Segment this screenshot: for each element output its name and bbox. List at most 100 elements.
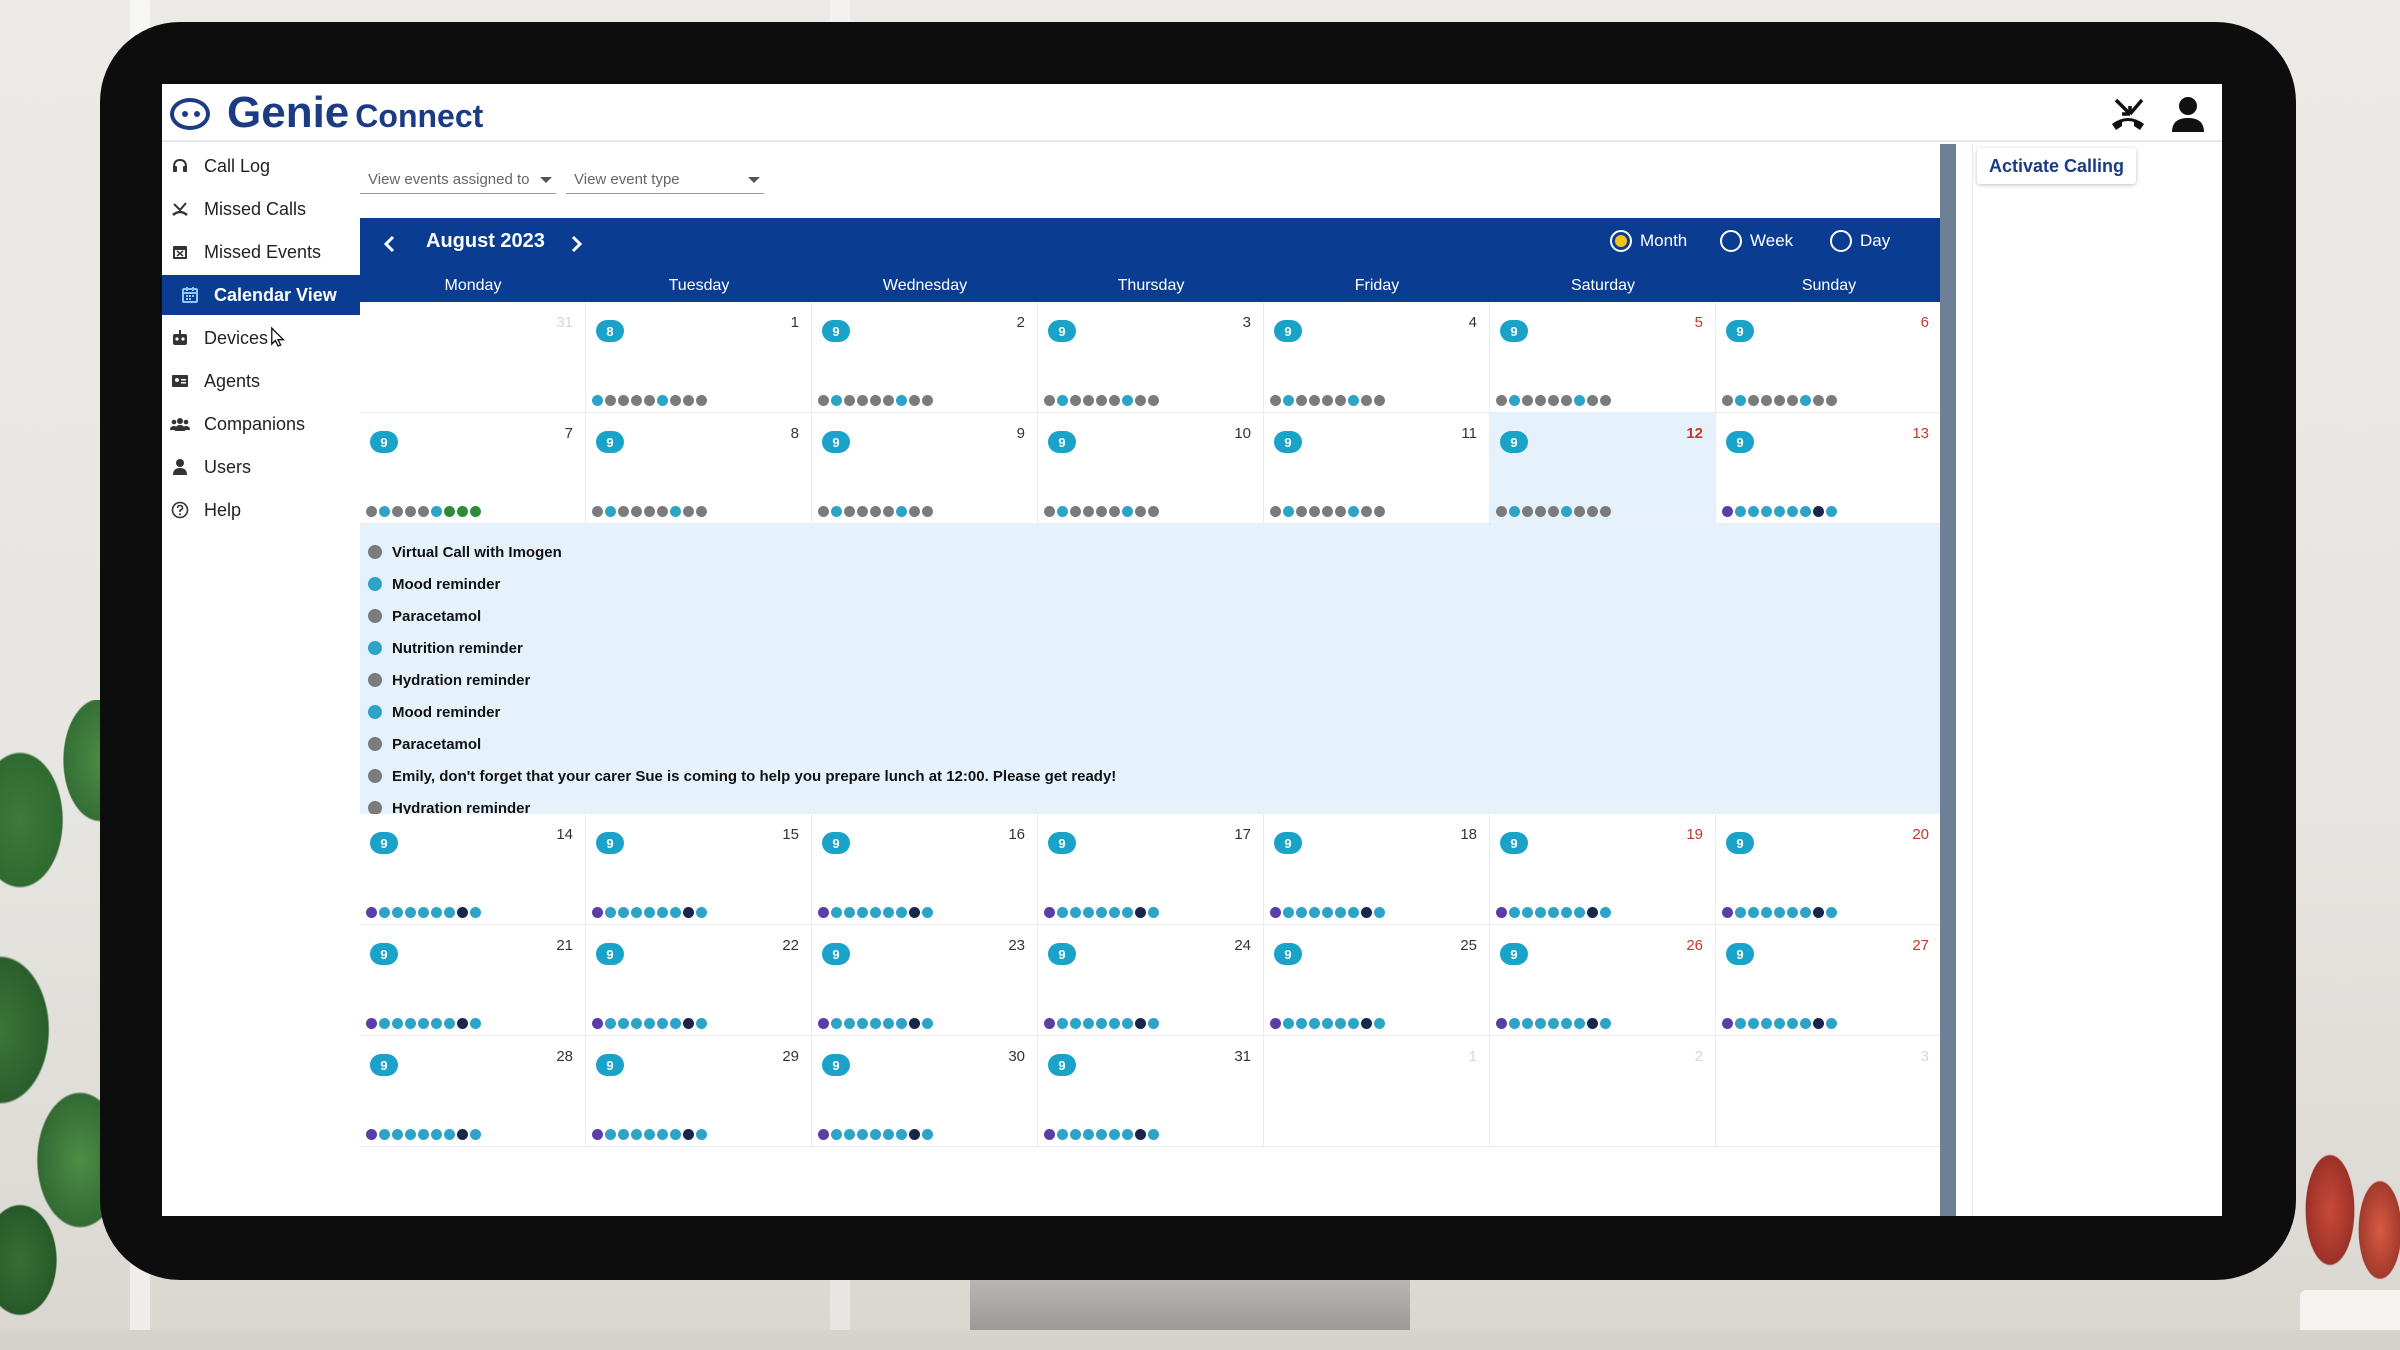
- sidebar-item-help[interactable]: Help: [162, 490, 360, 530]
- event-dot[interactable]: [618, 1129, 629, 1140]
- event-dot[interactable]: [1348, 506, 1359, 517]
- event-dot[interactable]: [1826, 395, 1837, 406]
- event-list-item[interactable]: Mood reminder: [360, 696, 1940, 728]
- event-dot[interactable]: [379, 506, 390, 517]
- event-dot[interactable]: [844, 1018, 855, 1029]
- event-dot[interactable]: [883, 506, 894, 517]
- event-dot[interactable]: [1070, 1018, 1081, 1029]
- event-count-badge[interactable]: 9: [596, 1054, 624, 1076]
- event-dot[interactable]: [1561, 395, 1572, 406]
- event-dot[interactable]: [1083, 1129, 1094, 1140]
- event-dot[interactable]: [1348, 1018, 1359, 1029]
- event-dot[interactable]: [1044, 1018, 1055, 1029]
- event-dot[interactable]: [1574, 907, 1585, 918]
- event-dot[interactable]: [657, 907, 668, 918]
- event-dot[interactable]: [1535, 506, 1546, 517]
- event-dot[interactable]: [1283, 1018, 1294, 1029]
- event-dot[interactable]: [1787, 1018, 1798, 1029]
- event-dot[interactable]: [1322, 506, 1333, 517]
- event-dot[interactable]: [470, 506, 481, 517]
- event-dot[interactable]: [457, 1018, 468, 1029]
- event-dot[interactable]: [831, 1129, 842, 1140]
- event-dot[interactable]: [1374, 907, 1385, 918]
- event-dot[interactable]: [457, 907, 468, 918]
- calendar-day-cell[interactable]: 31 9: [1038, 1036, 1264, 1147]
- calendar-day-cell[interactable]: 20 9: [1716, 814, 1942, 925]
- event-dot[interactable]: [1335, 907, 1346, 918]
- calendar-day-cell[interactable]: 39: [1038, 302, 1264, 413]
- calendar-day-cell[interactable]: 11 9: [1264, 413, 1490, 524]
- scrollbar[interactable]: [1940, 144, 1956, 1216]
- event-dot[interactable]: [1135, 1129, 1146, 1140]
- event-dot[interactable]: [1509, 506, 1520, 517]
- sidebar-item-calendar-view[interactable]: Calendar View: [162, 275, 360, 315]
- calendar-day-cell[interactable]: 79: [360, 413, 586, 524]
- calendar-day-cell[interactable]: 3: [1716, 1036, 1942, 1147]
- event-list-item[interactable]: Mood reminder: [360, 568, 1940, 600]
- event-dot[interactable]: [1322, 395, 1333, 406]
- event-dot[interactable]: [457, 1129, 468, 1140]
- event-count-badge[interactable]: 9: [370, 1054, 398, 1076]
- event-dot[interactable]: [909, 907, 920, 918]
- event-dot[interactable]: [1761, 395, 1772, 406]
- event-count-badge[interactable]: 9: [370, 832, 398, 854]
- event-dot[interactable]: [1096, 907, 1107, 918]
- event-dot[interactable]: [405, 506, 416, 517]
- event-dot[interactable]: [1057, 1018, 1068, 1029]
- event-dot[interactable]: [1309, 907, 1320, 918]
- event-dot[interactable]: [1600, 506, 1611, 517]
- event-dot[interactable]: [1083, 1018, 1094, 1029]
- event-dot[interactable]: [909, 1018, 920, 1029]
- event-dot[interactable]: [1109, 1018, 1120, 1029]
- event-dot[interactable]: [1587, 1018, 1598, 1029]
- event-count-badge[interactable]: 9: [822, 320, 850, 342]
- event-dot[interactable]: [857, 1129, 868, 1140]
- event-count-badge[interactable]: 9: [596, 431, 624, 453]
- event-count-badge[interactable]: 9: [1048, 943, 1076, 965]
- event-dot[interactable]: [883, 395, 894, 406]
- event-dot[interactable]: [392, 1018, 403, 1029]
- event-dot[interactable]: [1283, 907, 1294, 918]
- event-dot[interactable]: [1096, 1129, 1107, 1140]
- event-dot[interactable]: [696, 1018, 707, 1029]
- event-dot[interactable]: [470, 1129, 481, 1140]
- event-dot[interactable]: [457, 506, 468, 517]
- event-dot[interactable]: [1522, 506, 1533, 517]
- event-dot[interactable]: [1044, 395, 1055, 406]
- event-dot[interactable]: [1774, 907, 1785, 918]
- event-dot[interactable]: [1535, 395, 1546, 406]
- event-dot[interactable]: [683, 506, 694, 517]
- event-dot[interactable]: [1109, 907, 1120, 918]
- event-dot[interactable]: [1774, 395, 1785, 406]
- event-dot[interactable]: [657, 1018, 668, 1029]
- event-dot[interactable]: [670, 506, 681, 517]
- calendar-day-cell[interactable]: 1: [1264, 1036, 1490, 1147]
- event-dot[interactable]: [1722, 1018, 1733, 1029]
- event-dot[interactable]: [1057, 395, 1068, 406]
- event-dot[interactable]: [1083, 506, 1094, 517]
- event-dot[interactable]: [1496, 506, 1507, 517]
- calendar-day-cell[interactable]: 17 9: [1038, 814, 1264, 925]
- event-dot[interactable]: [1548, 506, 1559, 517]
- event-dot[interactable]: [1522, 907, 1533, 918]
- event-count-badge[interactable]: 9: [1048, 320, 1076, 342]
- event-count-badge[interactable]: 9: [1726, 832, 1754, 854]
- calendar-day-cell[interactable]: 18: [586, 302, 812, 413]
- event-count-badge[interactable]: 9: [822, 431, 850, 453]
- event-dot[interactable]: [1148, 395, 1159, 406]
- event-dot[interactable]: [1826, 907, 1837, 918]
- sidebar-item-call-log[interactable]: Call Log: [162, 146, 360, 186]
- event-dot[interactable]: [870, 1129, 881, 1140]
- event-dot[interactable]: [605, 907, 616, 918]
- event-list-item[interactable]: Paracetamol: [360, 600, 1940, 632]
- event-dot[interactable]: [366, 907, 377, 918]
- event-count-badge[interactable]: 9: [1274, 320, 1302, 342]
- event-dot[interactable]: [1748, 907, 1759, 918]
- event-dot[interactable]: [418, 1018, 429, 1029]
- sidebar-item-companions[interactable]: Companions: [162, 404, 360, 444]
- event-dot[interactable]: [1309, 1018, 1320, 1029]
- event-count-badge[interactable]: 9: [1274, 832, 1302, 854]
- event-dot[interactable]: [818, 395, 829, 406]
- event-dot[interactable]: [592, 1129, 603, 1140]
- event-dot[interactable]: [470, 907, 481, 918]
